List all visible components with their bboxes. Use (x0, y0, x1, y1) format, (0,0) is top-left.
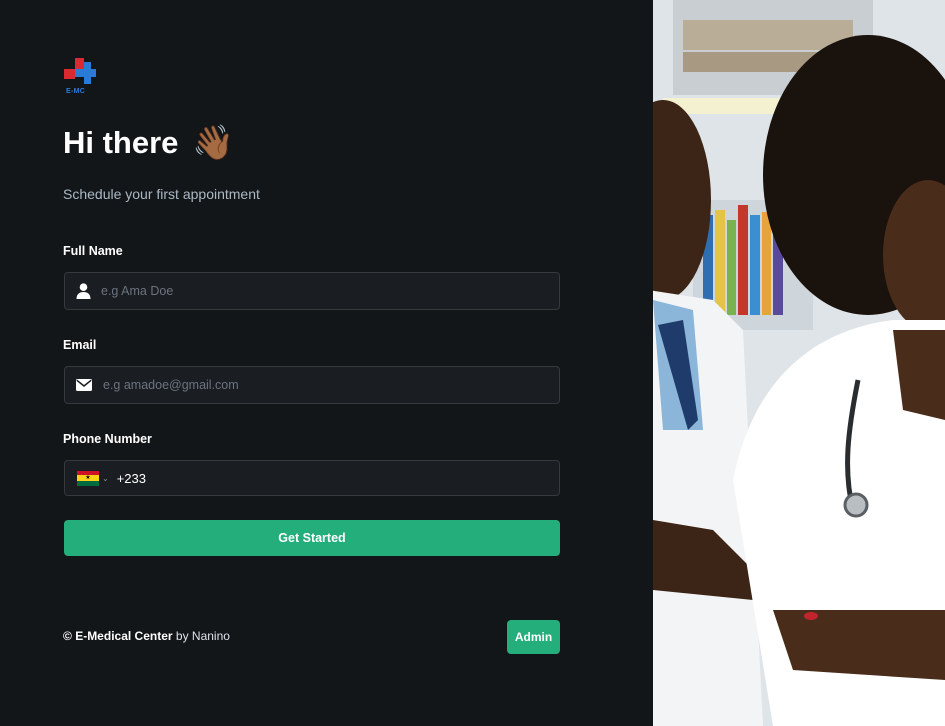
logo-text: E-MC (66, 88, 86, 95)
greeting-text: Hi there (63, 125, 179, 160)
doctors-illustration (653, 0, 945, 726)
footer-copyright: © E-Medical Center by Nanino (63, 629, 230, 643)
chevron-down-icon[interactable]: ⌄ (102, 474, 109, 483)
user-icon (67, 283, 99, 299)
email-field[interactable] (64, 366, 560, 404)
doctors-photo (653, 0, 945, 726)
phone-input[interactable]: +233 (117, 471, 146, 486)
waving-hand-icon: 👋🏾 (192, 124, 235, 162)
author-text: by Nanino (175, 629, 230, 643)
email-input[interactable] (101, 378, 559, 392)
full-name-label: Full Name (63, 244, 123, 258)
full-name-input[interactable] (99, 284, 559, 298)
phone-field[interactable]: ★ ⌄ +233 (64, 460, 560, 496)
get-started-button[interactable]: Get Started (64, 520, 560, 556)
subtitle: Schedule your first appointment (63, 186, 260, 202)
left-panel: E-MC Hi there 👋🏾 Schedule your first app… (0, 0, 653, 726)
copyright-symbol: © (63, 629, 72, 643)
envelope-icon (67, 379, 101, 391)
page-title: Hi there 👋🏾 (63, 125, 235, 161)
company-name: E-Medical Center (75, 629, 173, 643)
phone-label: Phone Number (63, 432, 152, 446)
ghana-flag-icon[interactable]: ★ (77, 470, 99, 486)
admin-button[interactable]: Admin (507, 620, 560, 654)
email-label: Email (63, 338, 97, 352)
full-name-field[interactable] (64, 272, 560, 310)
